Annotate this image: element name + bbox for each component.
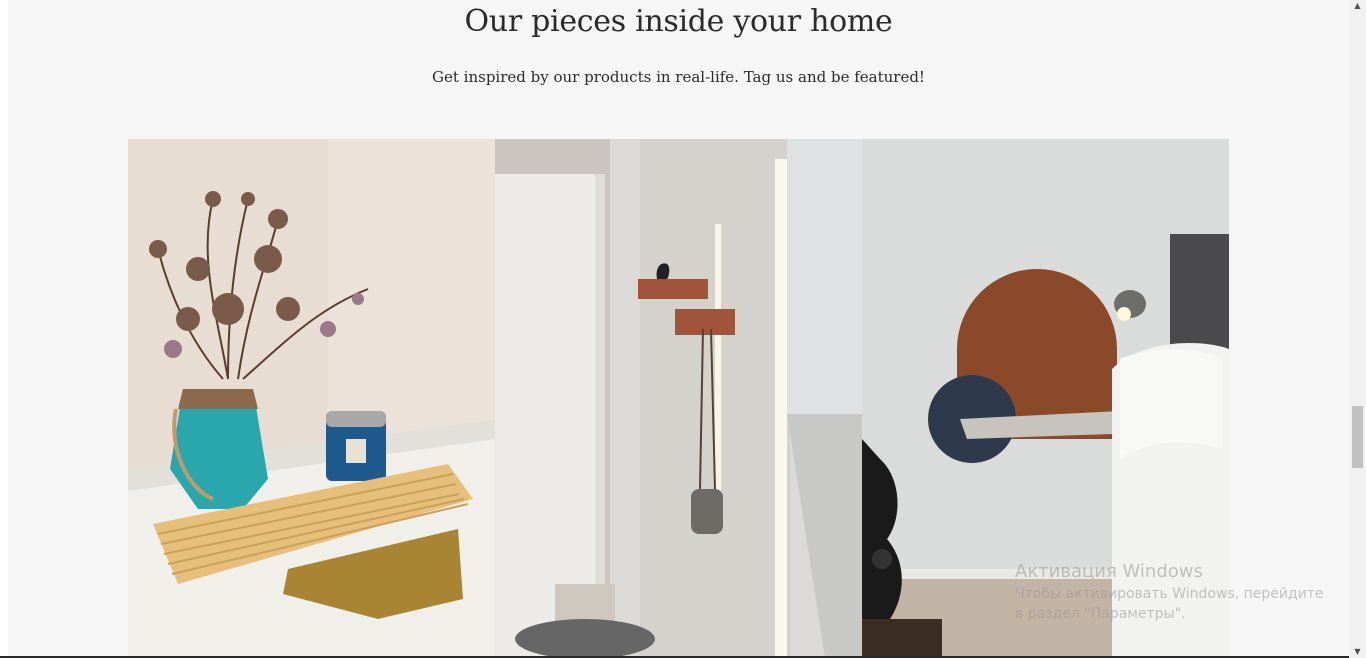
- gallery-photo-3[interactable]: [862, 139, 1229, 658]
- gallery-photo-2[interactable]: [495, 139, 862, 658]
- inspiration-section: Our pieces inside your home Get inspired…: [8, 0, 1349, 658]
- scroll-up-arrow-icon[interactable]: ▲: [1349, 0, 1366, 12]
- page-scrollbar[interactable]: ▲ ▼: [1349, 0, 1366, 658]
- scroll-down-arrow-icon[interactable]: ▼: [1349, 646, 1366, 658]
- wall-nightstand-photo-icon: [862, 139, 1229, 658]
- gallery-photo-1[interactable]: [128, 139, 495, 658]
- scroll-thumb[interactable]: [1352, 406, 1363, 468]
- section-title: Our pieces inside your home: [464, 4, 893, 39]
- dried-flowers-photo-icon: [128, 139, 495, 658]
- instagram-gallery: [128, 139, 1229, 658]
- section-subtitle: Get inspired by our products in real-lif…: [432, 68, 925, 86]
- wall-shelves-photo-icon: [495, 139, 862, 658]
- page-left-margin: [0, 0, 8, 658]
